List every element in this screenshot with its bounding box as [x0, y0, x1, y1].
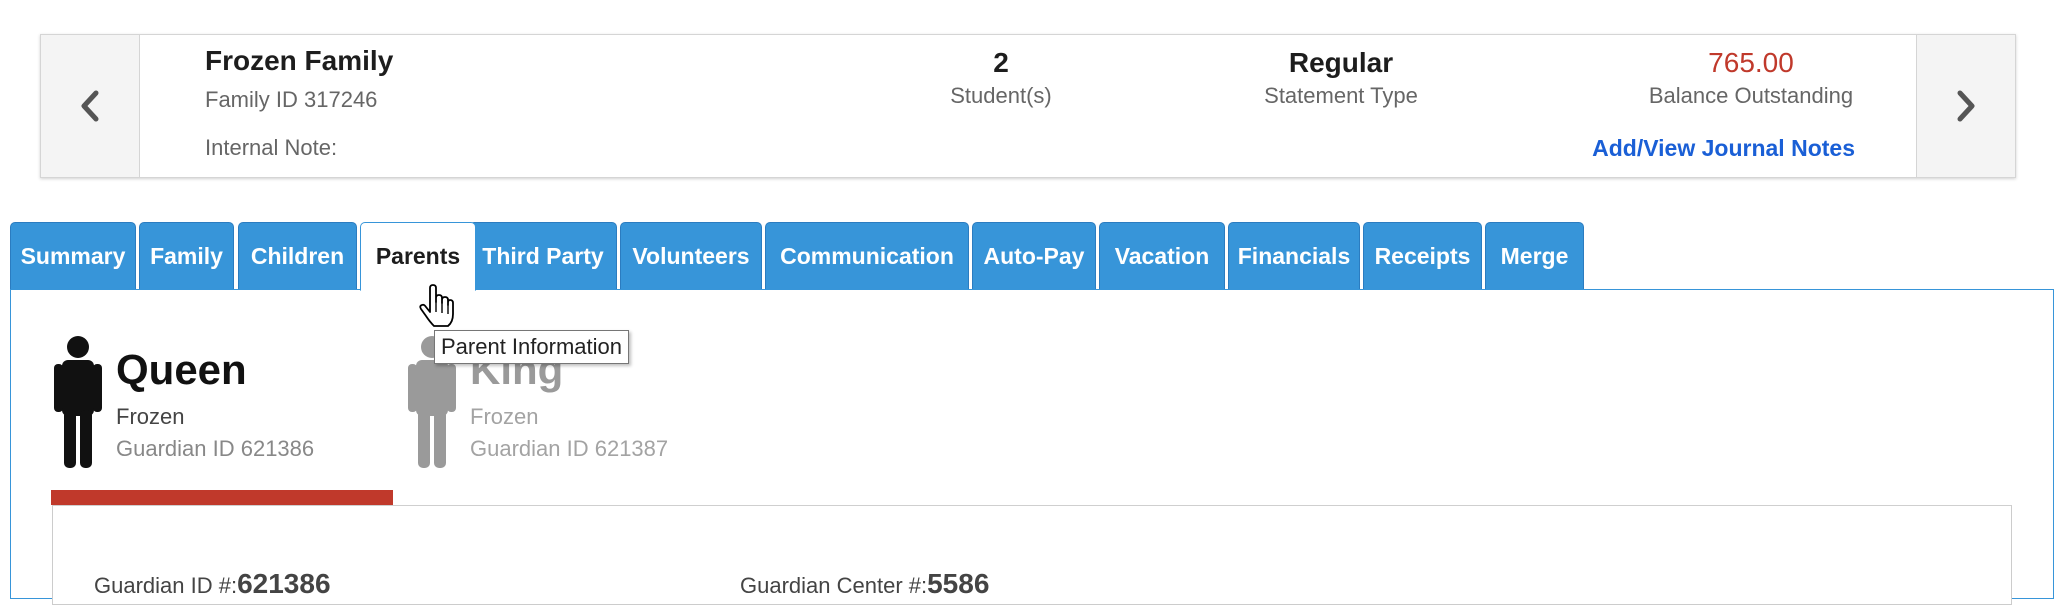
tooltip-parent-information: Parent Information — [434, 330, 629, 364]
guardian-id-detail-value: 621386 — [237, 568, 331, 599]
guardian-center-label: Guardian Center #: — [740, 573, 928, 598]
guardian-last-name: Frozen — [470, 404, 539, 429]
tab-children[interactable]: Children — [238, 222, 357, 290]
guardian-id: Guardian ID 621387 — [470, 436, 669, 461]
tab-communication[interactable]: Communication — [765, 222, 969, 290]
chevron-right-icon — [1957, 90, 1975, 122]
guardian-name: Queen — [116, 346, 247, 393]
guardian-details-box — [52, 505, 2012, 605]
family-header-card: Frozen Family Family ID 317246 Internal … — [40, 34, 2016, 178]
tab-summary[interactable]: Summary — [10, 222, 136, 290]
tab-financials[interactable]: Financials — [1228, 222, 1360, 290]
tab-receipts[interactable]: Receipts — [1363, 222, 1482, 290]
hand-cursor-icon — [419, 284, 454, 327]
journal-notes-link[interactable]: Add/View Journal Notes — [1592, 135, 1855, 162]
guardian-center-value: 5586 — [927, 568, 990, 599]
balance-label: Balance Outstanding — [1648, 83, 1854, 108]
selected-guardian-indicator — [51, 490, 393, 505]
chevron-left-icon — [81, 90, 99, 122]
statement-type-label: Statement Type — [1264, 83, 1418, 108]
next-family-button[interactable] — [1916, 35, 2015, 177]
students-stat: 2 Student(s) — [901, 45, 1101, 109]
students-count: 2 — [993, 47, 1009, 78]
statement-type-value: Regular — [1288, 47, 1394, 78]
internal-note-label: Internal Note: — [205, 135, 338, 160]
tab-auto-pay[interactable]: Auto-Pay — [972, 222, 1096, 290]
guardian-id-detail-label: Guardian ID #: — [94, 573, 238, 598]
guardian-last-name: Frozen — [116, 404, 185, 429]
tab-volunteers[interactable]: Volunteers — [620, 222, 762, 290]
tab-family[interactable]: Family — [139, 222, 234, 290]
family-id: Family ID 317246 — [205, 87, 378, 112]
students-label: Student(s) — [950, 83, 1052, 108]
guardian-id: Guardian ID 621386 — [116, 436, 315, 461]
tab-parents[interactable]: Parents — [360, 222, 476, 291]
previous-family-button[interactable] — [41, 35, 140, 177]
family-name: Frozen Family — [205, 45, 394, 76]
tab-vacation[interactable]: Vacation — [1099, 222, 1225, 290]
person-icon — [54, 336, 102, 468]
guardian-center-detail: Guardian Center #:5586 — [740, 568, 989, 600]
balance-value: 765.00 — [1708, 47, 1794, 78]
tab-third-party[interactable]: Third Party — [469, 222, 617, 290]
statement-type-stat: Regular Statement Type — [1211, 45, 1471, 109]
tab-merge[interactable]: Merge — [1485, 222, 1584, 290]
balance-stat: 765.00 Balance Outstanding — [1621, 45, 1881, 109]
guardian-id-detail: Guardian ID #:621386 — [94, 568, 331, 600]
